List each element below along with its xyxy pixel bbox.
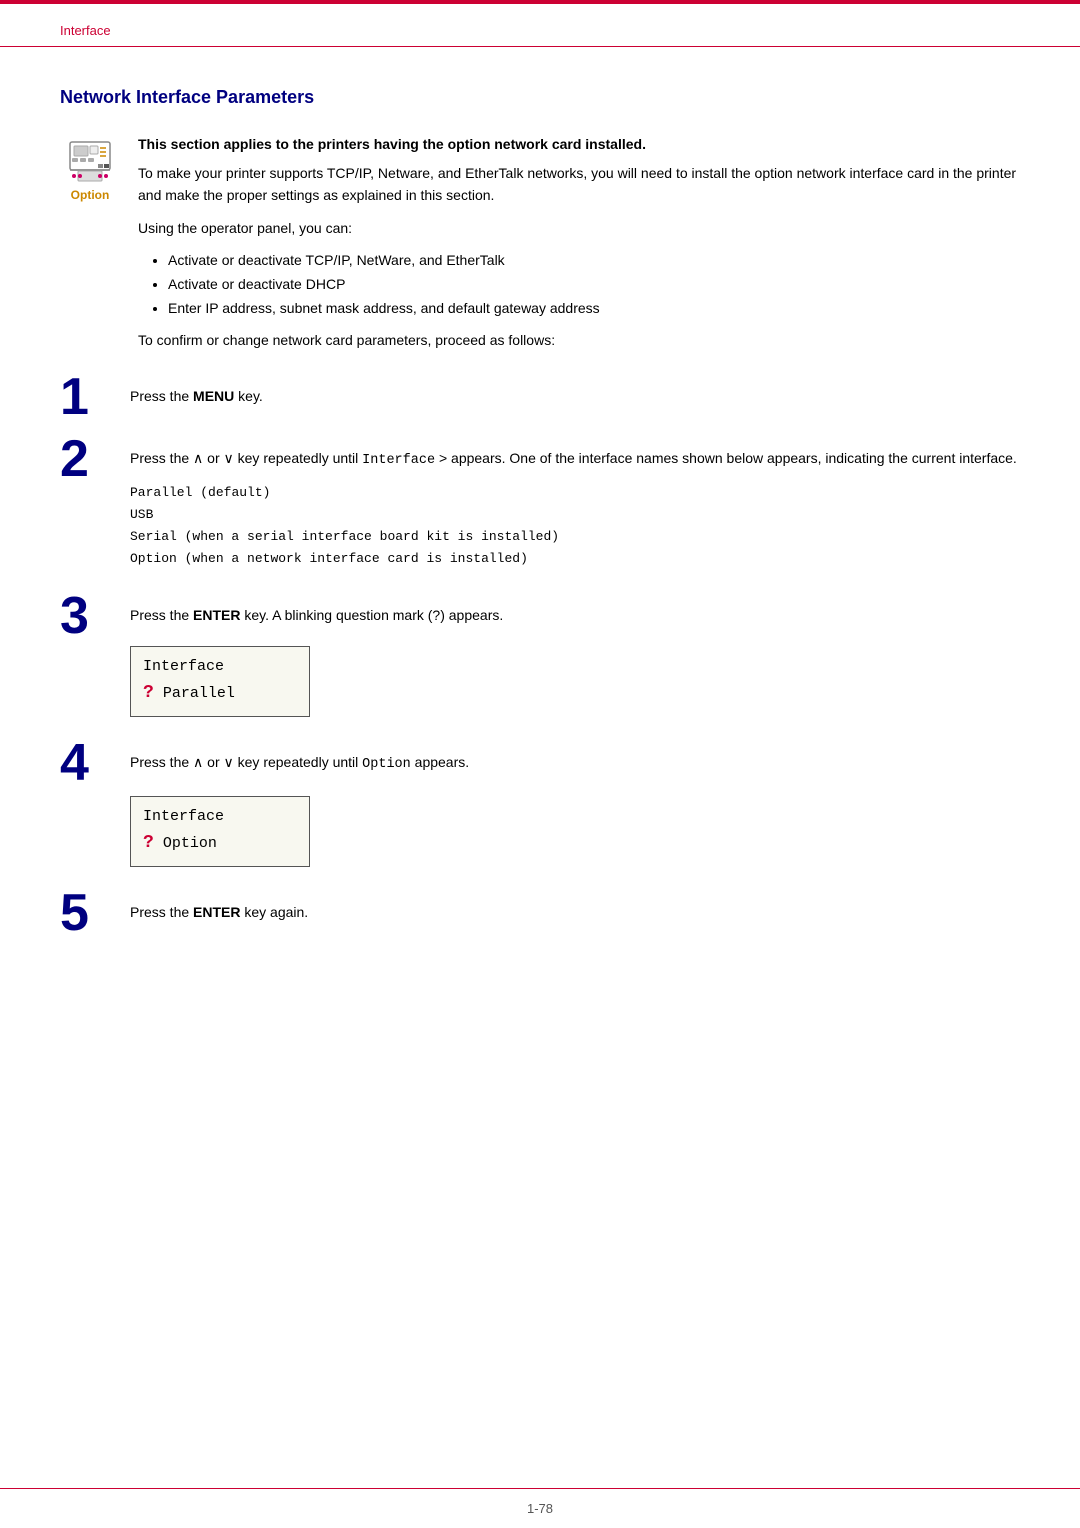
content-area: Network Interface Parameters xyxy=(0,47,1080,1017)
lcd-cursor: ? xyxy=(143,683,154,703)
bullet-list: Activate or deactivate TCP/IP, NetWare, … xyxy=(168,249,1020,320)
footer-area: 1-78 xyxy=(0,1488,1080,1528)
step-3-block: 3 Press the ENTER key. A blinking questi… xyxy=(60,598,1020,727)
bullet-item: Activate or deactivate DHCP xyxy=(168,273,1020,297)
step-2-text: Press the ∧ or ∨ key repeatedly until In… xyxy=(130,447,1020,472)
step-3-lcd: Interface ? Parallel xyxy=(130,646,310,717)
step-2-number: 2 xyxy=(60,433,130,485)
printer-icon xyxy=(64,138,116,186)
section-title: Network Interface Parameters xyxy=(60,87,1020,108)
option-label: Option xyxy=(71,188,110,202)
breadcrumb: Interface xyxy=(60,23,111,38)
bold-intro-text: This section applies to the printers hav… xyxy=(138,136,1020,152)
step-4-block: 4 Press the ∧ or ∨ key repeatedly until … xyxy=(60,745,1020,876)
step-5-number: 5 xyxy=(60,887,130,939)
before-steps-text: To confirm or change network card parame… xyxy=(138,329,1020,351)
bullet-item: Enter IP address, subnet mask address, a… xyxy=(168,297,1020,321)
icon-area: Option xyxy=(60,138,120,202)
step-3-content: Press the ENTER key. A blinking question… xyxy=(130,598,1020,727)
page-container: Interface Network Interface Parameters xyxy=(0,0,1080,1528)
step-3-text: Press the ENTER key. A blinking question… xyxy=(130,604,1020,626)
step-3-number: 3 xyxy=(60,590,130,642)
intro-block: Option This section applies to the print… xyxy=(60,136,1020,361)
lcd-line2: Option xyxy=(154,835,217,852)
step-1-number: 1 xyxy=(60,371,130,423)
intro-para2: Using the operator panel, you can: xyxy=(138,217,1020,239)
step-5-block: 5 Press the ENTER key again. xyxy=(60,895,1020,939)
step-4-lcd: Interface ? Option xyxy=(130,796,310,867)
step-1-block: 1 Press the MENU key. xyxy=(60,379,1020,423)
step-2-codelist: Parallel (default) USB Serial (when a se… xyxy=(130,482,1020,570)
step-4-content: Press the ∧ or ∨ key repeatedly until Op… xyxy=(130,745,1020,876)
lcd-cursor: ? xyxy=(143,833,154,853)
step-5-content: Press the ENTER key again. xyxy=(130,895,1020,933)
step-1-text: Press the MENU key. xyxy=(130,385,1020,407)
lcd-line1: Interface xyxy=(143,658,224,675)
step-2-block: 2 Press the ∧ or ∨ key repeatedly until … xyxy=(60,441,1020,580)
step-4-number: 4 xyxy=(60,737,130,789)
step-2-content: Press the ∧ or ∨ key repeatedly until In… xyxy=(130,441,1020,580)
lcd-line2: Parallel xyxy=(154,685,235,702)
intro-text-block: This section applies to the printers hav… xyxy=(138,136,1020,361)
lcd-line1: Interface xyxy=(143,808,224,825)
step-4-text: Press the ∧ or ∨ key repeatedly until Op… xyxy=(130,751,1020,776)
header-area: Interface xyxy=(0,4,1080,47)
step-5-text: Press the ENTER key again. xyxy=(130,901,1020,923)
footer-page-number: 1-78 xyxy=(527,1501,553,1516)
bullet-item: Activate or deactivate TCP/IP, NetWare, … xyxy=(168,249,1020,273)
step-1-content: Press the MENU key. xyxy=(130,379,1020,417)
intro-para1: To make your printer supports TCP/IP, Ne… xyxy=(138,162,1020,207)
